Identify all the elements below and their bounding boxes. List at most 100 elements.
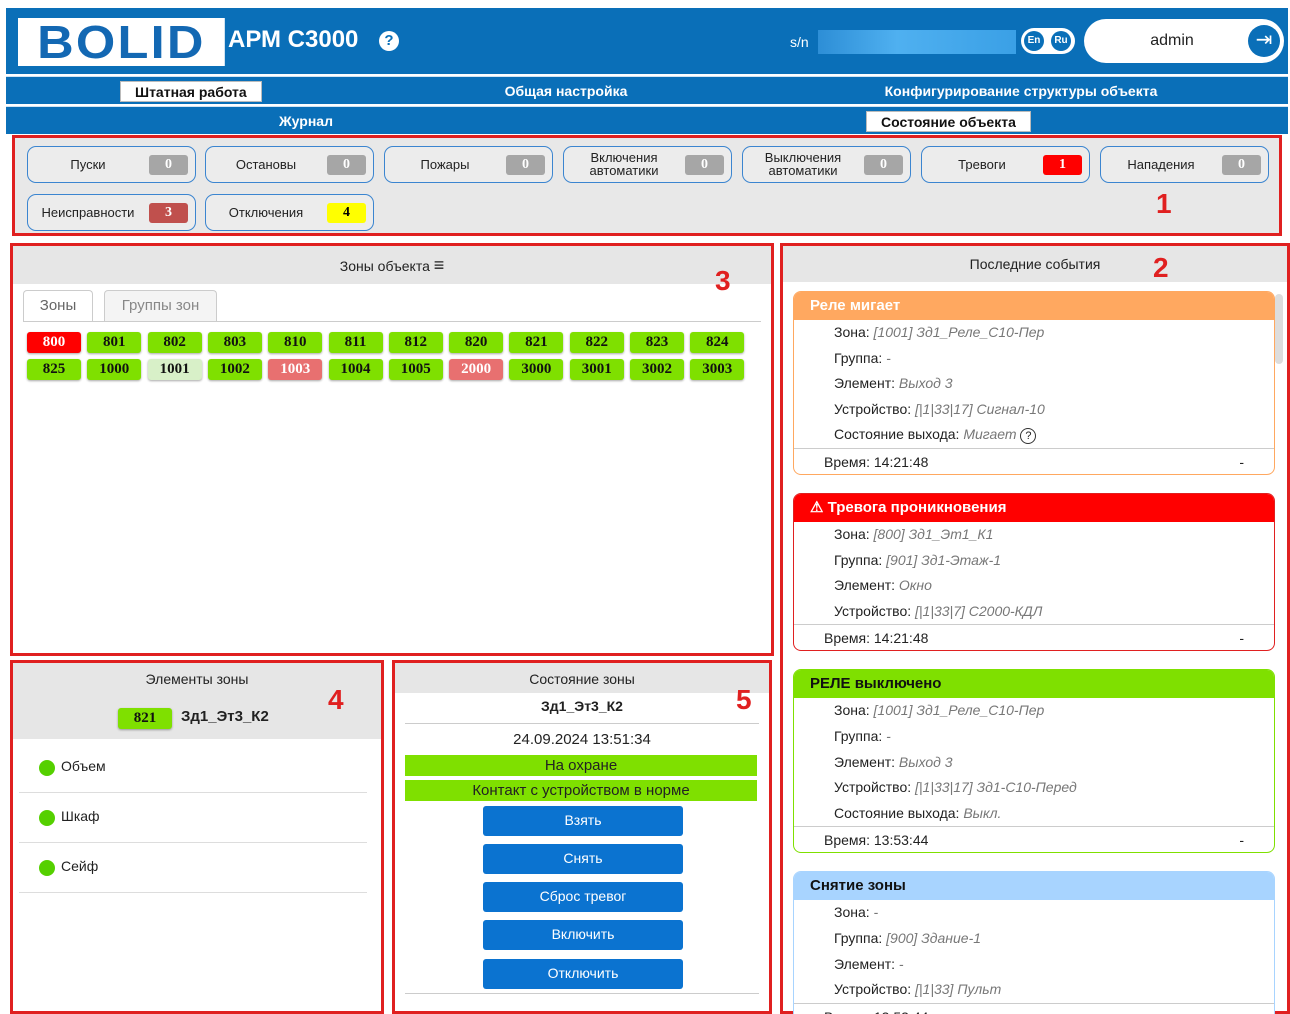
nav-normal-work[interactable]: Штатная работа [120, 81, 262, 102]
zone-button[interactable]: 3001 [569, 359, 624, 380]
zone-button[interactable]: 825 [27, 359, 81, 380]
status-dot-icon [39, 760, 55, 776]
zone-element-item[interactable]: Шкаф [19, 793, 367, 843]
tab-zones[interactable]: Зоны [23, 290, 93, 322]
zone-button[interactable]: 803 [207, 332, 262, 353]
lang-en-button[interactable]: En [1024, 31, 1044, 51]
nav-object-structure[interactable]: Конфигурирование структуры объекта [866, 81, 1176, 102]
event-field: Состояние выхода: Мигает ? [794, 422, 1274, 448]
event-time: Время: 13:53:44 [824, 1009, 928, 1014]
logout-icon[interactable]: ⇥ [1248, 25, 1280, 57]
event-field: Элемент: Выход 3 [794, 750, 1274, 776]
zone-elements-header: Элементы зоны [13, 663, 381, 739]
event-card[interactable]: Реле мигает Зона: [1001] Зд1_Реле_С10-Пер… [793, 291, 1275, 475]
zone-button[interactable]: 3003 [690, 359, 745, 380]
zone-button[interactable]: 1003 [268, 359, 323, 380]
zone-button[interactable]: 3000 [509, 359, 564, 380]
panel-number-3: 3 [715, 265, 731, 296]
counter-1[interactable]: Остановы 0 [205, 146, 374, 183]
event-time-dash: - [1239, 630, 1244, 647]
nav-object-state[interactable]: Состояние объекта [866, 111, 1031, 132]
status-dot-icon [39, 860, 55, 876]
zone-button[interactable]: 824 [690, 332, 745, 353]
nav-general-settings[interactable]: Общая настройка [466, 81, 666, 102]
event-card[interactable]: Снятие зоны Зона: - Группа: [900] Здание-1… [793, 871, 1275, 1014]
tab-divider [23, 321, 761, 322]
zone-button[interactable]: 1004 [328, 359, 383, 380]
counter-6[interactable]: Нападения 0 [1100, 146, 1269, 183]
zone-button[interactable]: 821 [509, 332, 564, 353]
disarm-button[interactable]: Снять [483, 844, 683, 874]
reset-alarms-button[interactable]: Сброс тревог [483, 882, 683, 912]
event-field: Устройство: [|1|33] Пульт [794, 977, 1274, 1003]
event-title: ⚠ Тревога проникновения [794, 494, 1274, 522]
zone-button[interactable]: 1000 [87, 359, 142, 380]
event-field: Группа: - [794, 346, 1274, 372]
disable-button[interactable]: Отключить [483, 959, 683, 989]
zone-button[interactable]: 3002 [630, 359, 684, 380]
zone-button[interactable]: 810 [268, 332, 323, 353]
status-armed: На охране [405, 755, 757, 776]
event-time-row: Время: 13:53:44 - [794, 1002, 1274, 1014]
selected-zone-badge: 821 [118, 708, 172, 729]
counter-label: Включения автоматики [589, 150, 659, 178]
event-field-value: Выход 3 [898, 753, 953, 770]
zone-button[interactable]: 2000 [449, 359, 504, 380]
zone-state-header: Состояние зоны [395, 663, 769, 693]
counter-4[interactable]: Выключения автоматики 0 [742, 146, 911, 183]
tab-zone-groups[interactable]: Группы зон [104, 290, 217, 322]
zone-button[interactable]: 820 [449, 332, 504, 353]
event-time-row: Время: 14:21:48 - [794, 624, 1274, 650]
help-icon[interactable]: ? [379, 31, 399, 51]
enable-button[interactable]: Включить [483, 920, 683, 950]
zone-button[interactable]: 800 [27, 332, 81, 353]
panel-number-2: 2 [1153, 252, 1169, 283]
zone-button[interactable]: 801 [87, 332, 142, 353]
event-field-label: Состояние выхода: [834, 804, 960, 821]
counter-7[interactable]: Неисправности 3 [27, 194, 196, 231]
bolid-logo: BOLID [18, 18, 225, 66]
zone-element-item[interactable]: Объем [19, 743, 367, 793]
event-field: Зона: [800] Зд1_Эт1_К1 [794, 522, 1274, 548]
zone-button[interactable]: 823 [630, 332, 684, 353]
status-device-contact: Контакт с устройством в норме [405, 780, 757, 801]
arm-button[interactable]: Взять [483, 806, 683, 836]
nav-journal[interactable]: Журнал [246, 111, 366, 132]
counter-8[interactable]: Отключения 4 [205, 194, 374, 231]
app-title: АРМ С3000 [228, 26, 359, 53]
counter-2[interactable]: Пожары 0 [384, 146, 553, 183]
zone-element-item[interactable]: Сейф [19, 843, 367, 893]
help-circle-icon[interactable]: ? [1020, 428, 1037, 445]
zone-button[interactable]: 1005 [388, 359, 443, 380]
event-field: Группа: - [794, 724, 1274, 750]
event-field: Зона: - [794, 900, 1274, 926]
counter-5[interactable]: Тревоги 1 [921, 146, 1090, 183]
counter-label: Неисправности [41, 204, 135, 220]
zone-button[interactable]: 811 [328, 332, 383, 353]
counter-label: Остановы [235, 156, 297, 172]
counter-label: Пуски [70, 156, 106, 172]
zone-elements-title: Элементы зоны [145, 671, 249, 687]
zone-button[interactable]: 822 [569, 332, 624, 353]
zone-button[interactable]: 1002 [207, 359, 262, 380]
menu-icon[interactable]: ≡ [434, 255, 445, 275]
event-field: Зона: [1001] Зд1_Реле_С10-Пер [794, 698, 1274, 724]
lang-ru-button[interactable]: Ru [1051, 31, 1071, 51]
event-field: Состояние выхода: Выкл. [794, 801, 1274, 827]
event-time: Время: 13:53:44 [824, 832, 929, 849]
events-scrollbar[interactable] [1275, 294, 1283, 364]
event-field: Устройство: [|1|33|17] Сигнал-10 [794, 397, 1274, 423]
zone-button[interactable]: 812 [388, 332, 443, 353]
zone-button[interactable]: 802 [147, 332, 202, 353]
counter-value: 4 [327, 203, 366, 223]
counter-value: 0 [506, 155, 545, 175]
event-card[interactable]: РЕЛЕ выключено Зона: [1001] Зд1_Реле_С10-… [793, 669, 1275, 854]
counter-label: Выключения автоматики [764, 150, 842, 178]
language-switch[interactable]: En Ru [1021, 28, 1075, 54]
counter-3[interactable]: Включения автоматики 0 [563, 146, 732, 183]
zone-button[interactable]: 1001 [147, 359, 202, 380]
counter-0[interactable]: Пуски 0 [27, 146, 196, 183]
event-field-value: [|1|33|17] Сигнал-10 [915, 400, 1045, 417]
event-field-value: Выход 3 [898, 375, 953, 392]
event-card[interactable]: ⚠ Тревога проникновения Зона: [800] Зд1_Э… [793, 493, 1275, 652]
